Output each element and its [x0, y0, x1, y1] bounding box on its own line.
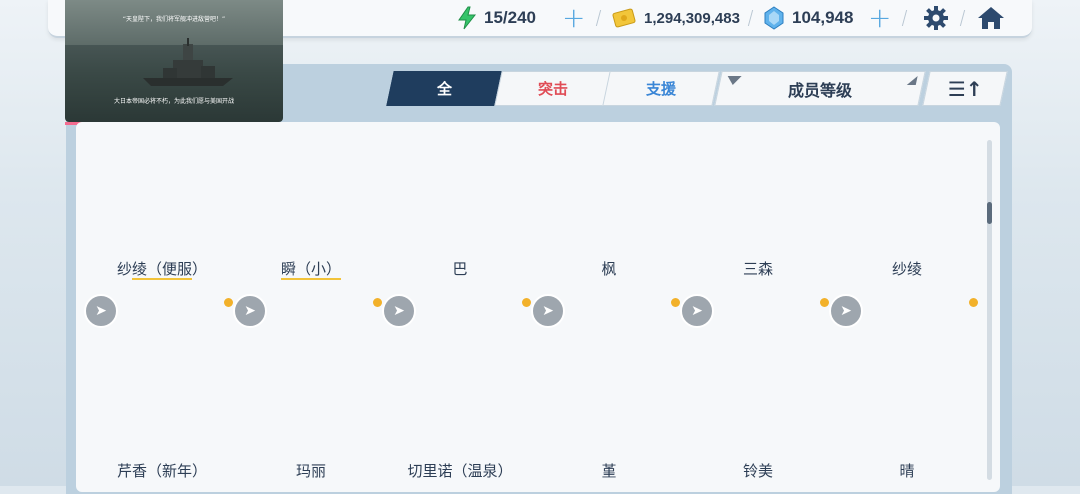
- pin-icon: ➤: [840, 303, 852, 319]
- pin-button[interactable]: ➤: [382, 294, 416, 328]
- student-name: 芹香（新年）: [116, 462, 207, 480]
- gear-icon: [924, 6, 948, 30]
- student-name: 切里诺（温泉）: [407, 462, 513, 480]
- tab-assault-label: 突击: [537, 80, 568, 98]
- pin-button[interactable]: ➤: [680, 294, 714, 328]
- ap-bolt-icon: [458, 6, 477, 30]
- video-overlay[interactable]: “天皇陛下，我们将军舰冲进敌营吧！” 大日本帝国必将不朽，为此我们愿与美国开战: [65, 0, 283, 122]
- new-indicator-dot: [224, 298, 233, 307]
- name-underline: [132, 278, 192, 280]
- settings-button[interactable]: [920, 2, 952, 34]
- student-name: 铃美: [742, 462, 773, 480]
- ap-value: 15/240: [484, 8, 536, 27]
- credit-value: 1,294,309,483: [644, 9, 740, 27]
- pin-icon: ➤: [244, 303, 256, 319]
- home-icon: [978, 7, 1004, 29]
- student-name: 晴: [899, 462, 915, 480]
- battleship-image: [143, 38, 233, 86]
- tab-support[interactable]: 支援: [602, 71, 720, 106]
- credit-ticket-icon: [612, 8, 636, 28]
- student-name: 玛丽: [295, 462, 326, 480]
- video-subtitle-top: “天皇陛下，我们将军舰冲进敌营吧！”: [122, 16, 226, 23]
- pyroxene-gem-icon: [764, 6, 784, 30]
- student-name: 瞬（小）: [280, 260, 341, 278]
- name-underline: [281, 278, 341, 280]
- pyroxene-add-button[interactable]: +: [868, 4, 891, 32]
- pin-icon: ➤: [95, 303, 107, 319]
- new-indicator-dot: [969, 298, 978, 307]
- student-name: 枫: [601, 260, 617, 278]
- student-name: 纱绫（便服）: [116, 260, 207, 278]
- sort-dropdown[interactable]: 成员等级: [714, 71, 926, 106]
- sort-order-icon: ☰↑: [947, 76, 983, 101]
- pin-button[interactable]: ➤: [531, 294, 565, 328]
- tab-all-label: 全: [437, 80, 453, 98]
- new-indicator-dot: [373, 298, 382, 307]
- pyroxene-counter: 104,948: [764, 4, 853, 32]
- pin-icon: ➤: [393, 303, 405, 319]
- student-name: 堇: [601, 462, 617, 480]
- ap-add-button[interactable]: +: [562, 4, 585, 32]
- sort-order-button[interactable]: ☰↑: [922, 71, 1008, 106]
- pin-button[interactable]: ➤: [233, 294, 267, 328]
- student-name: 纱绫: [891, 260, 922, 278]
- scroll-thumb[interactable]: [987, 202, 992, 224]
- role-filter-tabs: 全 突击 支援: [386, 71, 720, 106]
- ap-counter: 15/240: [456, 4, 536, 32]
- tab-support-label: 支援: [645, 80, 676, 98]
- tab-assault[interactable]: 突击: [494, 71, 612, 106]
- student-name: 三森: [742, 260, 773, 278]
- new-indicator-dot: [522, 298, 531, 307]
- pin-button[interactable]: ➤: [84, 294, 118, 328]
- tab-all[interactable]: 全: [386, 71, 504, 106]
- new-indicator-dot: [820, 298, 829, 307]
- home-button[interactable]: [975, 2, 1007, 34]
- credit-counter: 1,294,309,483: [612, 4, 740, 32]
- sort-label: 成员等级: [787, 80, 852, 100]
- pin-icon: ➤: [691, 303, 703, 319]
- pin-button[interactable]: ➤: [829, 294, 863, 328]
- pyroxene-value: 104,948: [792, 8, 854, 27]
- scrollbar[interactable]: [987, 140, 992, 480]
- video-subtitle-bottom: 大日本帝国必将不朽，为此我们愿与美国开战: [113, 98, 234, 105]
- new-indicator-dot: [671, 298, 680, 307]
- pin-icon: ➤: [542, 303, 554, 319]
- student-name: 巴: [452, 260, 468, 278]
